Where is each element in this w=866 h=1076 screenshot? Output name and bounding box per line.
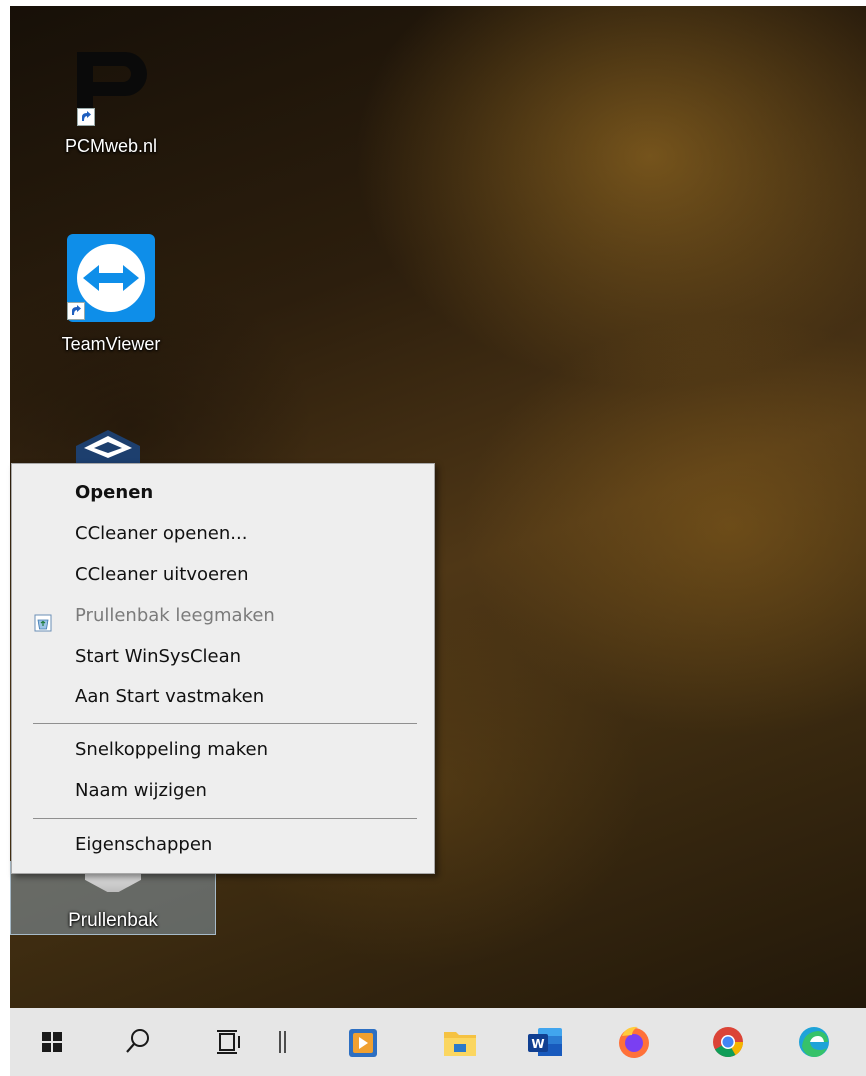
file-explorer-icon[interactable] <box>436 1018 484 1066</box>
divider-icon[interactable] <box>268 1018 298 1066</box>
pcmweb-desktop-icon[interactable]: PCMweb.nl <box>46 44 176 157</box>
pcmweb-logo-icon <box>63 44 159 130</box>
search-icon[interactable] <box>113 1018 161 1066</box>
menu-item-label: Prullenbak leegmaken <box>75 605 275 626</box>
taskbar: W <box>10 1008 866 1076</box>
menu-item-label: CCleaner openen... <box>75 523 248 544</box>
menu-item-label: Aan Start vastmaken <box>75 686 265 707</box>
context-menu: Openen CCleaner openen... CCleaner uitvo… <box>11 463 435 874</box>
app-icon[interactable] <box>340 1018 388 1066</box>
task-view-icon[interactable] <box>204 1018 252 1066</box>
menu-separator <box>33 818 417 819</box>
menu-item-eigenschappen[interactable]: Eigenschappen <box>12 825 434 865</box>
teamviewer-desktop-icon[interactable]: TeamViewer <box>46 234 176 355</box>
menu-item-label: CCleaner uitvoeren <box>75 564 249 585</box>
menu-item-label: Start WinSysClean <box>75 646 242 667</box>
chrome-icon[interactable] <box>704 1018 752 1066</box>
firefox-icon[interactable] <box>610 1018 658 1066</box>
menu-item-label: Eigenschappen <box>75 834 213 855</box>
recycle-bin-label: Prullenbak <box>68 910 158 931</box>
svg-text:W: W <box>531 1037 544 1051</box>
windows-start-icon[interactable] <box>28 1018 76 1066</box>
teamviewer-label: TeamViewer <box>61 334 161 354</box>
menu-item-label: Openen <box>75 482 154 503</box>
menu-item-snelkoppeling-maken[interactable]: Snelkoppeling maken <box>12 730 434 770</box>
menu-item-ccleaner-openen[interactable]: CCleaner openen... <box>12 514 434 554</box>
teamviewer-logo-icon <box>67 234 155 322</box>
menu-item-prullenbak-leegmaken[interactable]: Prullenbak leegmaken <box>12 596 434 636</box>
menu-item-start-winsysclean[interactable]: Start WinSysClean <box>12 637 434 677</box>
menu-item-openen[interactable]: Openen <box>12 473 434 513</box>
menu-item-naam-wijzigen[interactable]: Naam wijzigen <box>12 771 434 811</box>
empty-recycle-bin-icon <box>34 607 52 632</box>
pcmweb-label: PCMweb.nl <box>64 136 158 156</box>
shortcut-arrow-icon <box>67 302 85 320</box>
word-icon[interactable]: W <box>522 1018 570 1066</box>
menu-item-label: Naam wijzigen <box>75 780 207 801</box>
menu-item-ccleaner-uitvoeren[interactable]: CCleaner uitvoeren <box>12 555 434 595</box>
menu-item-label: Snelkoppeling maken <box>75 739 269 760</box>
edge-icon[interactable] <box>790 1018 838 1066</box>
menu-separator <box>33 723 417 724</box>
menu-item-aan-start-vastmaken[interactable]: Aan Start vastmaken <box>12 677 434 717</box>
shortcut-arrow-icon <box>77 108 95 126</box>
